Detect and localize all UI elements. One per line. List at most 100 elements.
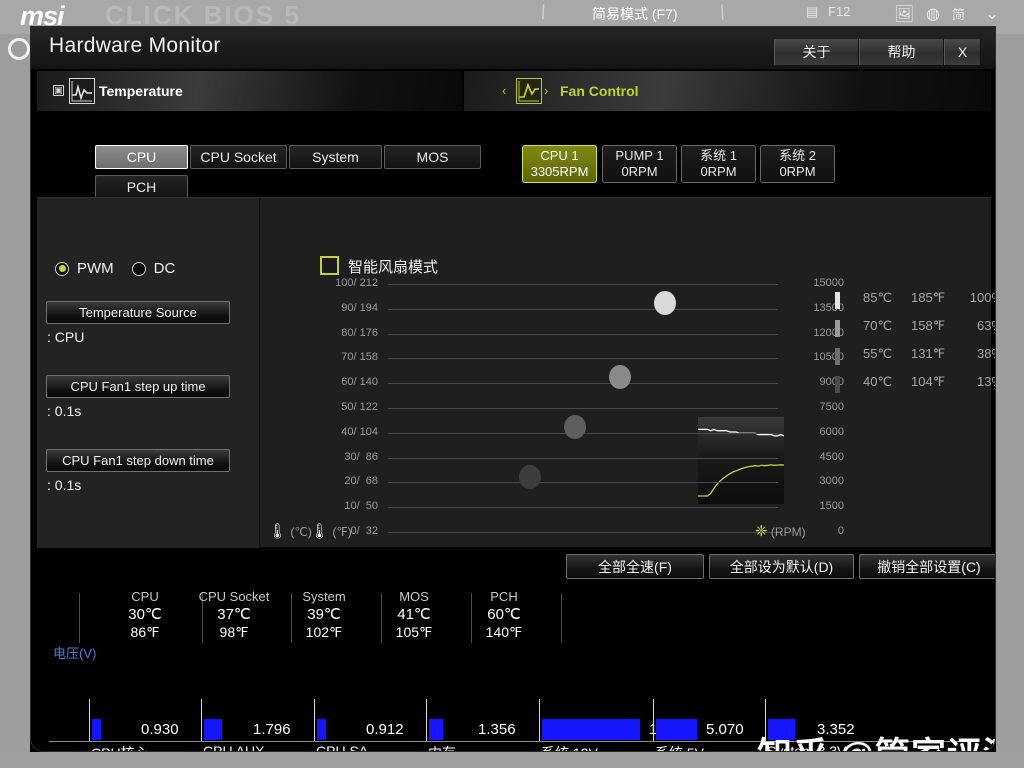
radio-dc[interactable] (131, 261, 146, 276)
help-button[interactable]: 帮助 (859, 39, 944, 65)
readout-row: 70℃ 158℉ 63% (835, 318, 995, 340)
chevron-right-icon[interactable]: › (544, 83, 548, 98)
voltage-tick (426, 699, 427, 741)
sensor-celsius: 60℃ (487, 606, 521, 623)
grid-line (388, 532, 778, 533)
curve-handle-1[interactable] (519, 465, 541, 489)
curve-handle-2[interactable] (564, 415, 586, 439)
y-axis-tick-left: 10/ 50 (344, 500, 378, 512)
screenshot-icon[interactable]: ▤ (806, 4, 818, 20)
voltage-bar (542, 719, 640, 740)
voltage-section-title: 电压(V) (53, 646, 97, 661)
bios-left-panel (0, 34, 30, 768)
close-button[interactable]: X (944, 39, 981, 65)
hardware-monitor-dialog: Hardware Monitor 关于 帮助 X ▣ Temperature ‹ (30, 26, 996, 752)
fan-chart-icon (516, 78, 542, 104)
about-button[interactable]: 关于 (774, 39, 859, 65)
voltage-label: CPU SA (316, 743, 369, 752)
watermark: 知乎 @管家评测室 (757, 727, 995, 751)
grid-line (388, 482, 778, 483)
action-撤销全部设置C[interactable]: 撤销全部设置(C) (859, 554, 995, 579)
fan-button-系统-1[interactable]: 系统 1 0RPM (681, 145, 756, 183)
readout-celsius: 40℃ (863, 374, 893, 389)
voltage-bar (204, 719, 222, 740)
fan-button-name: CPU 1 (540, 147, 579, 163)
action-全部全速F[interactable]: 全部全速(F) (566, 554, 704, 579)
fan-button-系统-2[interactable]: 系统 2 0RPM (760, 145, 835, 183)
y-axis-tick-left: 90/ 194 (341, 302, 378, 314)
page-title: Hardware Monitor (49, 34, 221, 57)
temp-source-cpu-socket[interactable]: CPU Socket (190, 145, 287, 169)
legend-celsius: 🌡 (℃) (268, 522, 312, 540)
sensor-fahrenheit: 140℉ (485, 624, 523, 640)
fan-button-PUMP-1[interactable]: PUMP 1 0RPM (602, 145, 677, 183)
voltage-label: 内存 (428, 743, 456, 751)
voltage-bar (656, 719, 697, 740)
y-axis-tick-right: 4500 (819, 451, 844, 463)
legend-celsius-label: (℃) (290, 525, 312, 539)
sensor-pch: PCH 60℃ 140℉ (449, 589, 559, 641)
bios-right-panel (996, 34, 1024, 768)
readout-fahrenheit: 185℉ (911, 290, 946, 305)
grid-line (388, 383, 778, 384)
dialog-title-bar: Hardware Monitor 关于 帮助 X (31, 27, 995, 69)
curve-handle-4[interactable] (654, 291, 676, 315)
fan-curve-plot[interactable]: 100/ 212 15000 90/ 194 13500 80/ 176 12000 70/… (335, 277, 844, 537)
sensor-divider (79, 593, 80, 643)
y-axis-tick-right: 6000 (819, 426, 844, 438)
temp-source-pch[interactable]: PCH (95, 175, 188, 199)
readout-row: 40℃ 104℉ 13% (835, 374, 995, 396)
fan-button-name: 系统 1 (700, 147, 737, 163)
legend-rpm: ❈ (RPM) (755, 522, 806, 540)
action-全部设为默认D[interactable]: 全部设为默认(D) (709, 554, 854, 579)
decorative-slash-right: / (716, 1, 729, 25)
temp-source-mos[interactable]: MOS (384, 145, 481, 169)
voltage-label: CPU核心 (91, 743, 149, 751)
y-axis-tick-right: 7500 (819, 401, 844, 413)
field-button-2[interactable]: CPU Fan1 step down time (46, 449, 230, 472)
curve-handle-3[interactable] (609, 365, 631, 389)
live-trace-overlay (698, 417, 784, 504)
field-value-1: : 0.1s (47, 403, 82, 419)
voltage-tick (201, 699, 202, 741)
tab-temperature[interactable]: ▣ Temperature (37, 71, 462, 111)
voltage-tick (539, 699, 540, 741)
grid-line (388, 507, 778, 508)
readout-percent: 13% (976, 374, 995, 389)
thermometer-celsius-icon: 🌡 (268, 523, 288, 540)
radio-pwm-label: PWM (77, 260, 114, 277)
y-axis-tick-right: 15000 (813, 277, 844, 289)
language-icon[interactable]: 简 (952, 4, 965, 23)
voltage-tick (89, 699, 90, 741)
readout-celsius: 55℃ (863, 346, 893, 361)
sensor-readout-strip: CPU 30℃ 86℉ CPU Socket 37℃ 98℉ System 39℃ 102℉ MO… (37, 589, 991, 651)
fan-button-rpm: 3305RPM (530, 164, 589, 179)
chevron-down-icon[interactable]: ⌄ (985, 4, 999, 24)
voltage-value: 0.912 (366, 721, 404, 738)
tab-bar: ▣ Temperature ‹ › Fan Control (31, 71, 995, 115)
tab-temperature-label: Temperature (99, 83, 183, 99)
radio-pwm[interactable] (55, 261, 69, 276)
sensor-name: PCH (490, 589, 518, 604)
voltage-bar (92, 719, 101, 740)
temp-source-system[interactable]: System (289, 145, 382, 169)
field-value-0: : CPU (47, 329, 85, 345)
easy-mode-label[interactable]: 简易模式 (F7) (592, 4, 678, 24)
sensor-divider (561, 593, 562, 643)
chevron-left-icon[interactable]: ‹ (502, 83, 506, 98)
y-axis-tick-left: 40/ 104 (341, 426, 378, 438)
field-button-1[interactable]: CPU Fan1 step up time (46, 375, 230, 398)
readout-percent: 38% (976, 346, 995, 361)
fan-button-name: PUMP 1 (615, 147, 664, 163)
voltage-label: CPU AUX (203, 743, 265, 752)
smart-fan-mode-checkbox[interactable] (320, 256, 339, 275)
y-axis-tick-left: 60/ 140 (341, 376, 378, 388)
fan-mode-radio-group: PWM DC (55, 260, 185, 277)
help-circle-icon[interactable]: ◍ (926, 4, 940, 24)
fan-button-CPU-1[interactable]: CPU 1 3305RPM (522, 145, 597, 183)
image-icon[interactable]: 🖼 (894, 4, 914, 24)
tab-fan-control[interactable]: ‹ › Fan Control (464, 71, 991, 111)
field-button-0[interactable]: Temperature Source (46, 301, 230, 324)
temp-source-cpu[interactable]: CPU (95, 145, 188, 169)
grid-line (388, 358, 778, 359)
